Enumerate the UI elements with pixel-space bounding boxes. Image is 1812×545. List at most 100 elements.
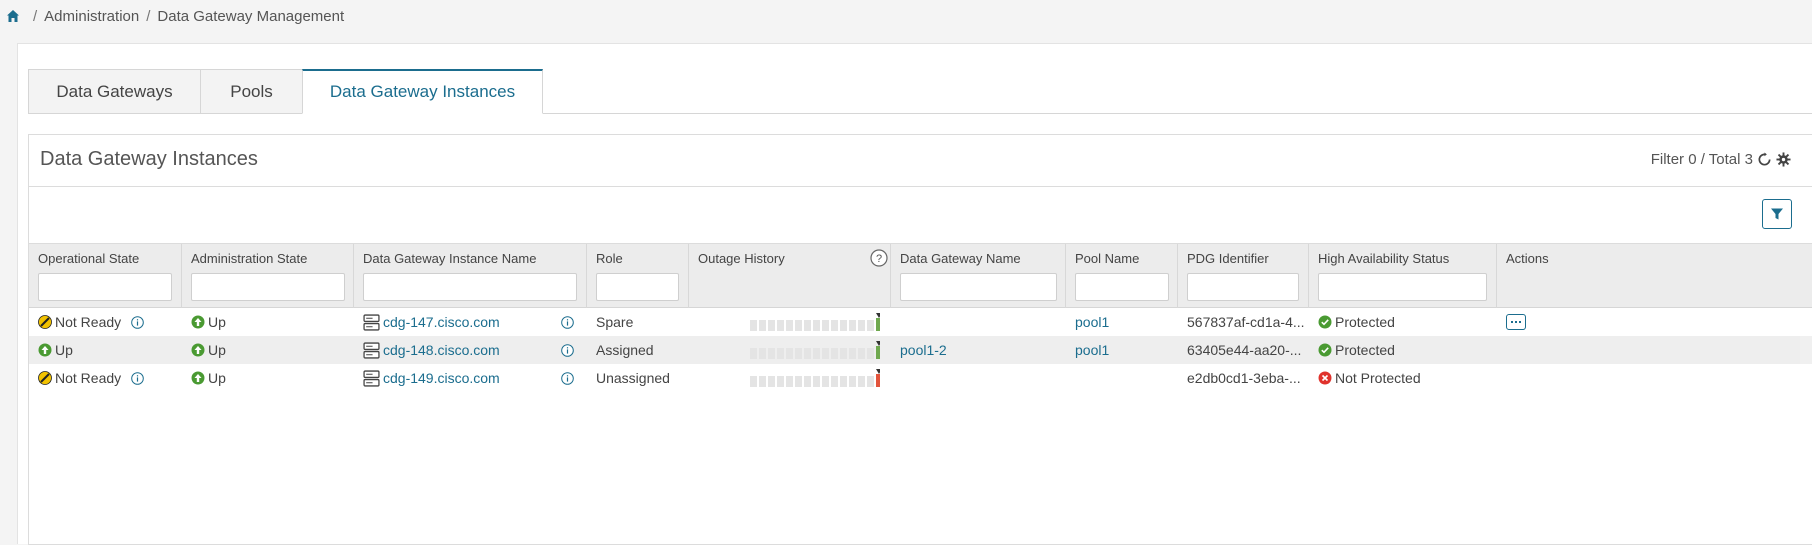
actions-cell bbox=[1506, 308, 1556, 336]
column-label: Administration State bbox=[191, 251, 308, 266]
arrow-up-icon bbox=[191, 371, 205, 385]
outage-segment bbox=[849, 376, 856, 387]
instance-name-cell: cdg-148.cisco.com bbox=[363, 336, 583, 364]
pool-name-cell bbox=[1075, 364, 1175, 392]
role-cell: Assigned bbox=[596, 342, 654, 358]
administration-state-filter-input[interactable] bbox=[191, 273, 345, 301]
filter-button[interactable] bbox=[1762, 199, 1792, 229]
breadcrumb-separator: / bbox=[146, 7, 151, 25]
outage-segment bbox=[804, 348, 811, 359]
info-icon[interactable] bbox=[561, 343, 574, 357]
operational-state-filter-input[interactable] bbox=[38, 273, 172, 301]
scroll-indicator bbox=[1800, 336, 1812, 364]
column-label: Outage History bbox=[698, 251, 785, 266]
operational-state-text: Not Ready bbox=[55, 314, 122, 330]
instance-name-cell: cdg-147.cisco.com bbox=[363, 308, 583, 336]
table-row[interactable]: Up Up cdg-148.cisco.com Assigned pool1-2 pool… bbox=[29, 336, 1812, 364]
actions-menu-button[interactable] bbox=[1506, 314, 1526, 330]
card-title: Data Gateway Instances bbox=[40, 148, 258, 170]
operational-state-text: Not Ready bbox=[55, 370, 122, 386]
gear-icon[interactable] bbox=[1776, 152, 1791, 167]
column-operational-state: Operational State bbox=[29, 244, 182, 308]
help-icon[interactable]: ? bbox=[870, 249, 888, 267]
outage-segment bbox=[750, 320, 757, 331]
outage-segment bbox=[840, 376, 847, 387]
instance-name-cell: cdg-149.cisco.com bbox=[363, 364, 583, 392]
outage-segment bbox=[795, 320, 802, 331]
outage-history-bar[interactable] bbox=[750, 369, 880, 387]
column-label: Pool Name bbox=[1075, 251, 1140, 266]
tab-pools[interactable]: Pools bbox=[200, 69, 303, 114]
table-row[interactable]: Not Ready Up cdg-147.cisco.com Spare pool1 56… bbox=[29, 308, 1812, 336]
pdg-identifier-filter-input[interactable] bbox=[1187, 273, 1299, 301]
operational-state-cell: Not Ready bbox=[38, 308, 182, 336]
role-filter-input[interactable] bbox=[596, 273, 679, 301]
info-icon[interactable] bbox=[561, 315, 574, 329]
refresh-icon[interactable] bbox=[1757, 152, 1772, 167]
instance-name-link[interactable]: cdg-149.cisco.com bbox=[383, 370, 500, 386]
warning-icon bbox=[38, 371, 52, 385]
pool-name-link[interactable]: pool1 bbox=[1075, 314, 1109, 330]
instance-name-link[interactable]: cdg-147.cisco.com bbox=[383, 314, 500, 330]
outage-segment bbox=[822, 348, 829, 359]
ha-status-text: Not Protected bbox=[1335, 370, 1421, 386]
arrow-up-icon bbox=[38, 343, 52, 357]
column-label: Role bbox=[596, 251, 623, 266]
outage-segment bbox=[777, 320, 784, 331]
info-icon[interactable] bbox=[131, 315, 144, 329]
instance-name-filter-input[interactable] bbox=[363, 273, 577, 301]
outage-segment bbox=[786, 376, 793, 387]
home-icon[interactable] bbox=[6, 9, 20, 23]
pool-name-link[interactable]: pool1 bbox=[1075, 342, 1109, 358]
funnel-icon bbox=[1771, 208, 1783, 220]
outage-segment bbox=[750, 376, 757, 387]
tab-data-gateways[interactable]: Data Gateways bbox=[28, 69, 201, 114]
gateway-name-cell bbox=[900, 364, 1060, 392]
column-label: Actions bbox=[1506, 251, 1549, 266]
administration-state-text: Up bbox=[208, 314, 226, 330]
gateway-name-cell bbox=[900, 308, 1060, 336]
table-row[interactable]: Not Ready Up cdg-149.cisco.com Unassigned e2… bbox=[29, 364, 1812, 392]
pool-name-cell: pool1 bbox=[1075, 308, 1175, 336]
info-icon[interactable] bbox=[131, 371, 144, 385]
column-label: High Availability Status bbox=[1318, 251, 1450, 266]
tab-data-gateway-instances[interactable]: Data Gateway Instances bbox=[302, 69, 543, 114]
filter-total-text: Filter 0 / Total 3 bbox=[1650, 151, 1753, 168]
column-ha-status: High Availability Status bbox=[1309, 244, 1497, 308]
outage-segment bbox=[750, 348, 757, 359]
x-circle-icon bbox=[1318, 371, 1332, 385]
server-icon bbox=[363, 369, 380, 387]
main-panel: Data Gateways Pools Data Gateway Instanc… bbox=[17, 43, 1812, 545]
pdg-identifier-cell: 567837af-cd1a-4... bbox=[1187, 314, 1305, 330]
pool-name-filter-input[interactable] bbox=[1075, 273, 1169, 301]
column-role: Role bbox=[587, 244, 689, 308]
instance-name-link[interactable]: cdg-148.cisco.com bbox=[383, 342, 500, 358]
outage-segment bbox=[858, 320, 865, 331]
info-icon[interactable] bbox=[561, 371, 574, 385]
instances-card: Data Gateway Instances Filter 0 / Total … bbox=[28, 134, 1812, 545]
outage-segment bbox=[849, 320, 856, 331]
outage-segment bbox=[840, 320, 847, 331]
gateway-name-filter-input[interactable] bbox=[900, 273, 1057, 301]
outage-history-cell bbox=[750, 336, 880, 364]
outage-segment bbox=[804, 376, 811, 387]
gateway-name-cell: pool1-2 bbox=[900, 336, 1060, 364]
outage-segment bbox=[831, 348, 838, 359]
administration-state-cell: Up bbox=[191, 364, 351, 392]
column-instance-name: Data Gateway Instance Name bbox=[354, 244, 587, 308]
column-pdg-identifier: PDG Identifier bbox=[1178, 244, 1309, 308]
outage-segment bbox=[786, 348, 793, 359]
outage-segment bbox=[777, 348, 784, 359]
role-cell: Unassigned bbox=[596, 370, 670, 386]
outage-history-bar[interactable] bbox=[750, 341, 880, 359]
tab-bar: Data Gateways Pools Data Gateway Instanc… bbox=[28, 69, 1812, 114]
outage-history-bar[interactable] bbox=[750, 313, 880, 331]
operational-state-cell: Not Ready bbox=[38, 364, 182, 392]
outage-segment bbox=[813, 348, 820, 359]
outage-segment bbox=[867, 348, 874, 359]
outage-segment bbox=[759, 320, 766, 331]
gateway-name-link[interactable]: pool1-2 bbox=[900, 342, 947, 358]
ha-status-filter-input[interactable] bbox=[1318, 273, 1487, 301]
breadcrumb-administration[interactable]: Administration bbox=[44, 8, 139, 25]
outage-segment bbox=[768, 320, 775, 331]
